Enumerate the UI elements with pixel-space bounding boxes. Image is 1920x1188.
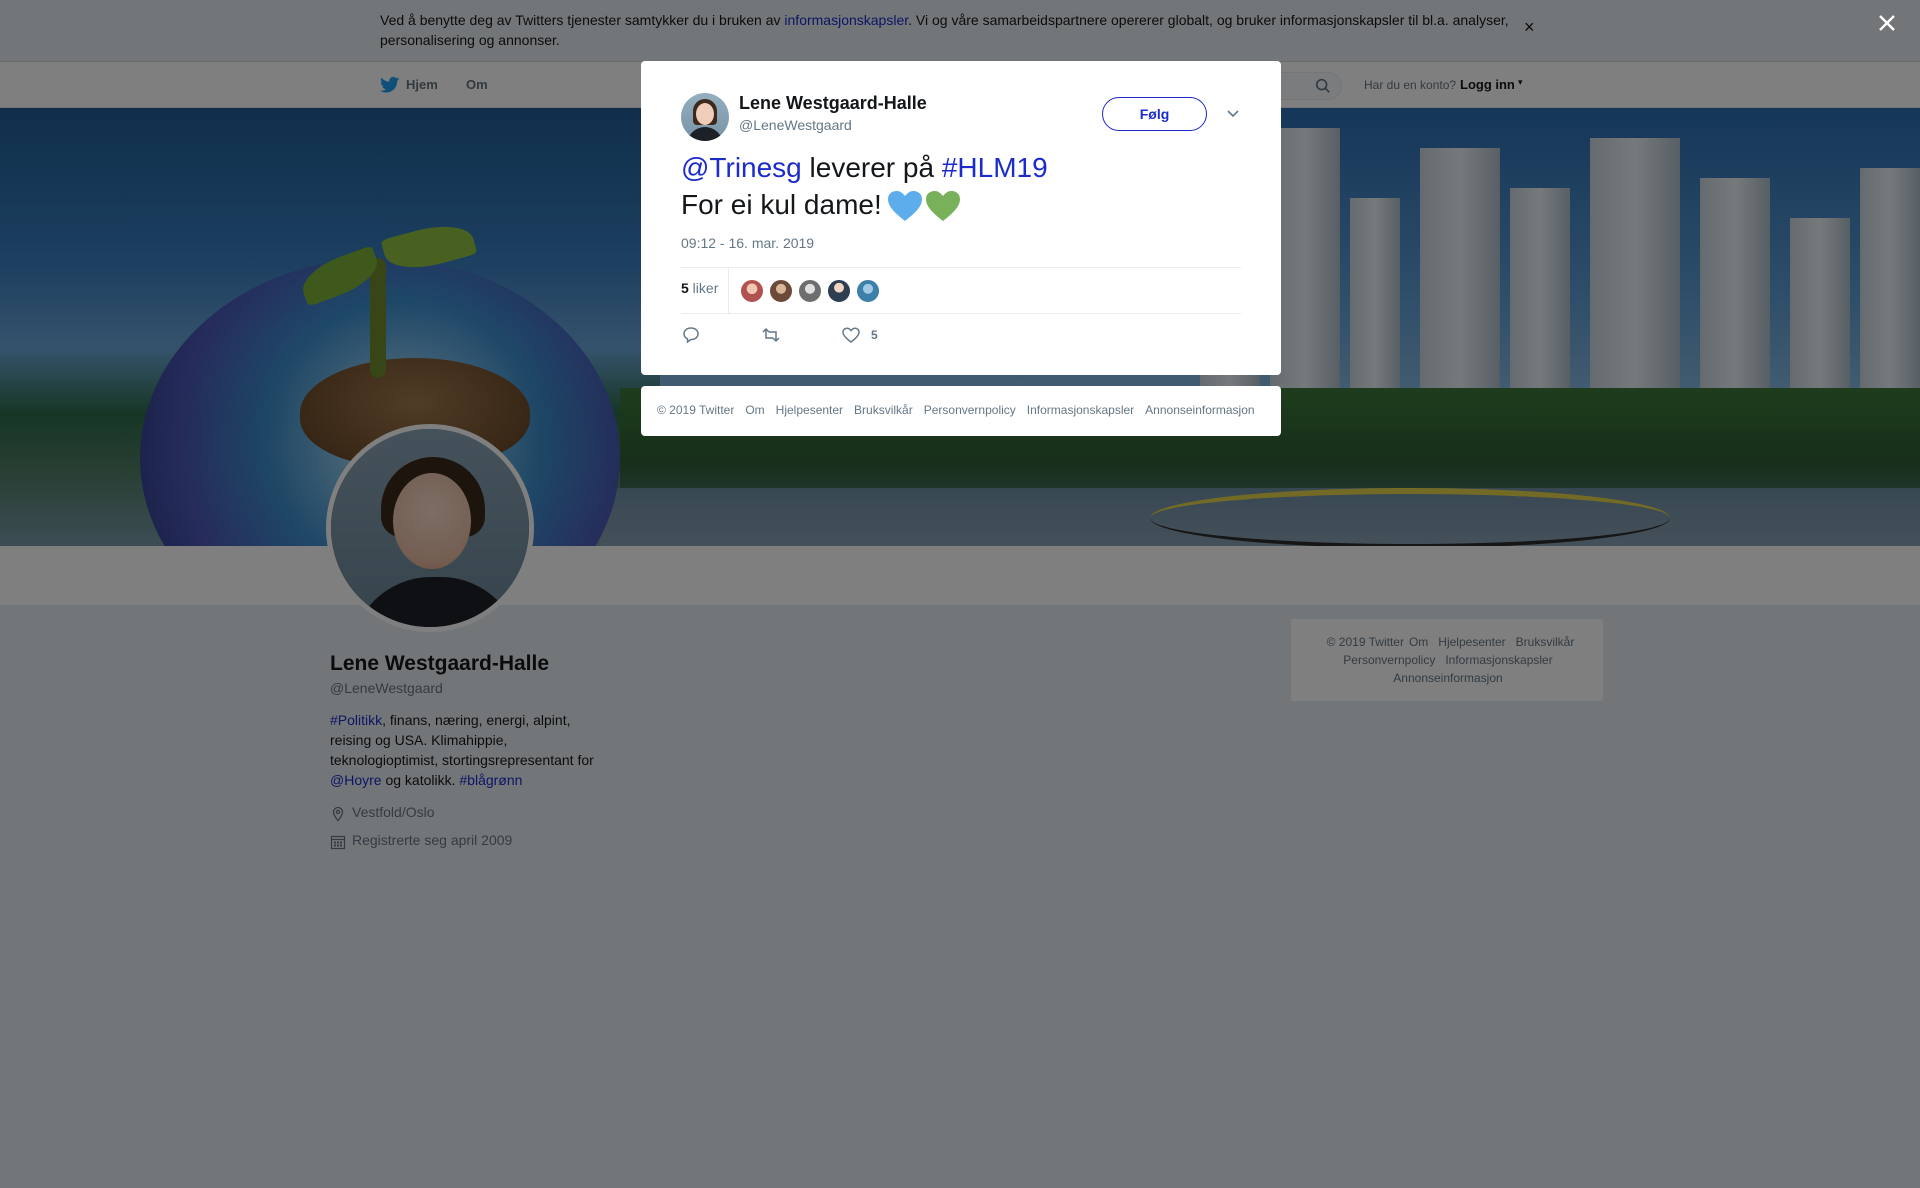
chevron-down-icon[interactable] bbox=[1225, 105, 1241, 121]
tweet-modal: Lene Westgaard-Halle @LeneWestgaard Følg… bbox=[641, 61, 1281, 375]
liker-avatar[interactable] bbox=[740, 279, 764, 303]
modal-footer-links: © 2019 Twitter Om Hjelpesenter Bruksvilkår P… bbox=[657, 403, 1255, 417]
like-icon[interactable] bbox=[841, 325, 861, 345]
footer-link-cookies[interactable]: Informasjonskapsler bbox=[1027, 403, 1134, 417]
modal-footer: © 2019 Twitter Om Hjelpesenter Bruksvilkår P… bbox=[641, 386, 1281, 436]
follow-button[interactable]: Følg bbox=[1102, 97, 1207, 131]
tweet-mention-link[interactable]: @Trinesg bbox=[681, 152, 802, 183]
footer-link-ads-info[interactable]: Annonseinformasjon bbox=[1145, 403, 1254, 417]
tweet-author-avatar[interactable] bbox=[681, 93, 729, 141]
green-heart-icon bbox=[925, 190, 960, 221]
divider bbox=[728, 268, 729, 313]
retweet-icon[interactable] bbox=[761, 325, 781, 345]
footer-link-terms[interactable]: Bruksvilkår bbox=[854, 403, 913, 417]
liker-avatar[interactable] bbox=[798, 279, 822, 303]
likes-label: liker bbox=[688, 280, 719, 296]
modal-overlay[interactable]: Lene Westgaard-Halle @LeneWestgaard Følg… bbox=[0, 0, 1920, 1188]
divider bbox=[681, 313, 1241, 314]
like-count: 5 bbox=[871, 328, 878, 342]
tweet-text: @Trinesg leverer på #HLM19 For ei kul da… bbox=[681, 149, 1241, 223]
reply-icon[interactable] bbox=[681, 325, 701, 345]
footer-copyright: © 2019 Twitter bbox=[657, 403, 735, 417]
tweet-hashtag-link[interactable]: #HLM19 bbox=[942, 152, 1048, 183]
tweet-text-middle: leverer på bbox=[801, 152, 942, 183]
footer-link-help[interactable]: Hjelpesenter bbox=[776, 403, 843, 417]
likes-summary[interactable]: 5 liker bbox=[681, 280, 718, 296]
avatar-body bbox=[687, 127, 723, 141]
close-icon[interactable] bbox=[1874, 10, 1900, 36]
blue-heart-icon bbox=[887, 190, 922, 221]
tweet-timestamp[interactable]: 09:12 - 16. mar. 2019 bbox=[681, 235, 814, 251]
tweet-text-line2: For ei kul dame! bbox=[681, 189, 882, 220]
footer-link-about[interactable]: Om bbox=[745, 403, 764, 417]
avatar-face bbox=[696, 103, 714, 125]
liker-avatar[interactable] bbox=[827, 279, 851, 303]
footer-link-privacy[interactable]: Personvernpolicy bbox=[924, 403, 1016, 417]
liker-avatar[interactable] bbox=[769, 279, 793, 303]
liker-avatar[interactable] bbox=[856, 279, 880, 303]
tweet-author-handle[interactable]: @LeneWestgaard bbox=[739, 117, 852, 133]
likes-count: 5 bbox=[681, 280, 689, 296]
divider bbox=[681, 267, 1241, 268]
tweet-author-name[interactable]: Lene Westgaard-Halle bbox=[739, 93, 927, 114]
